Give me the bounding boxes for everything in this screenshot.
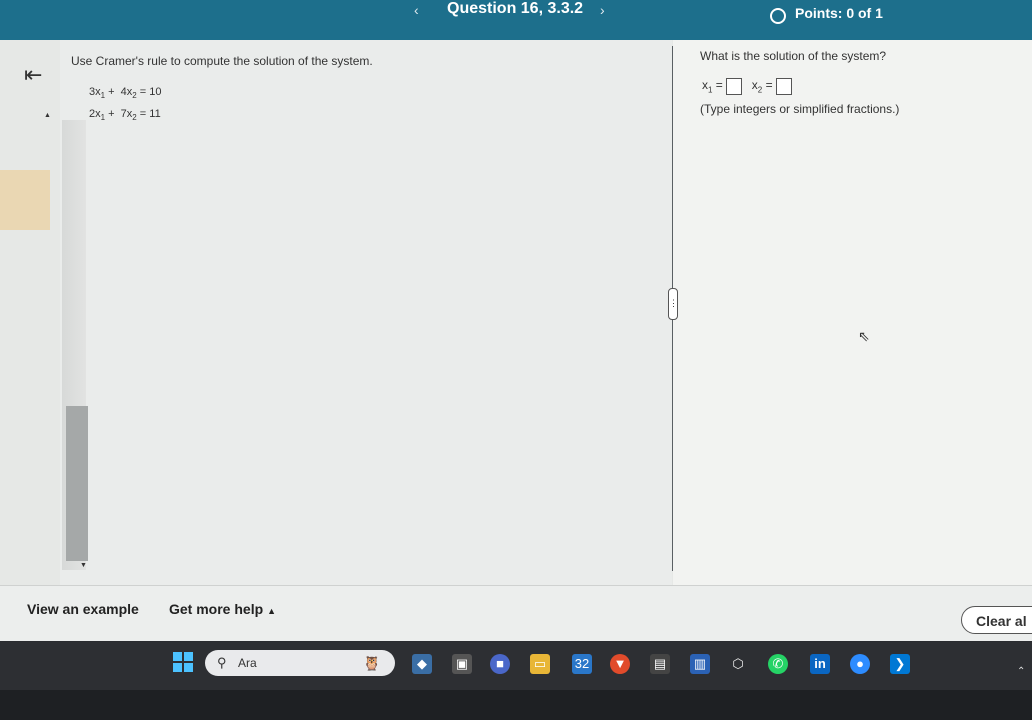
widgets-icon[interactable]: ◆ [412, 654, 432, 674]
equation-row-1: 3x1 + 4x2 = 10 [89, 86, 162, 101]
previous-question-button[interactable]: ‹ [414, 2, 419, 18]
search-highlight-icon: 🦉 [363, 655, 381, 671]
photo-icon[interactable]: ▤ [650, 654, 670, 674]
whatsapp-icon[interactable]: ✆ [768, 654, 788, 674]
answer-row: x1 = x2 = [702, 78, 802, 95]
next-question-button[interactable]: › [600, 2, 605, 18]
x1-label: x1 = [702, 78, 723, 95]
windows-taskbar: ⚲ Ara 🦉 ◆ ▣ ■ ▭ 32 ▼ ▤ ▥ ⬡ ✆ in ● ❯ ⌃ [0, 642, 1032, 690]
search-icon: ⚲ [217, 655, 227, 670]
equation-row-2: 2x1 + 7x2 = 11 [89, 108, 161, 123]
answer-question: What is the solution of the system? [700, 49, 887, 63]
clear-all-button[interactable]: Clear al [961, 606, 1032, 634]
taskbar-search-input[interactable]: ⚲ Ara 🦉 [205, 650, 395, 676]
caret-up-icon: ▲ [267, 606, 277, 616]
action-bar: View an example Get more help ▲ Clear al [0, 585, 1032, 641]
x2-answer-input[interactable] [775, 78, 792, 95]
windows-start-icon[interactable] [173, 652, 193, 672]
gutter-highlight [0, 170, 50, 230]
chat-icon[interactable]: ■ [490, 654, 510, 674]
x2-label: x2 = [751, 78, 773, 95]
tray-overflow-icon[interactable]: ⌃ [1017, 666, 1025, 677]
collapse-panel-icon[interactable]: ⇤ [24, 62, 42, 88]
x1-answer-input[interactable] [725, 78, 742, 95]
package-icon[interactable]: ⬡ [728, 654, 748, 674]
main-content: ⇤ ▲ ▼ Use Cramer's rule to compute the s… [0, 40, 1032, 585]
file-explorer-icon[interactable]: ▭ [530, 654, 550, 674]
terminal-icon[interactable]: ▣ [452, 654, 472, 674]
mouse-cursor-icon: ⇖ [858, 328, 870, 344]
scroll-up-arrow-icon[interactable]: ▲ [44, 112, 51, 119]
scrollbar-thumb[interactable] [66, 406, 88, 561]
vscode-icon[interactable]: ❯ [890, 654, 910, 674]
points-status-icon [770, 8, 786, 24]
view-example-link[interactable]: View an example [27, 601, 139, 617]
store-icon[interactable]: 32 [572, 654, 592, 674]
answer-pane [673, 40, 1032, 585]
scroll-down-arrow-icon[interactable]: ▼ [80, 562, 87, 569]
brave-icon[interactable]: ▼ [610, 654, 630, 674]
divider-drag-handle[interactable]: ⋮ [668, 288, 678, 320]
points-label: Points: 0 of 1 [795, 5, 883, 21]
question-header: ‹ Question 16, 3.3.2 › Points: 0 of 1 [0, 0, 1032, 40]
question-title: Question 16, 3.3.2 [447, 0, 584, 17]
answer-hint: (Type integers or simplified fractions.) [700, 102, 900, 116]
get-more-help-button[interactable]: Get more help ▲ [169, 601, 276, 617]
zoom-icon[interactable]: ● [850, 654, 870, 674]
remote-icon[interactable]: ▥ [690, 654, 710, 674]
screen-bezel [0, 690, 1032, 720]
linkedin-icon[interactable]: in [810, 654, 830, 674]
question-instruction: Use Cramer's rule to compute the solutio… [71, 54, 373, 68]
